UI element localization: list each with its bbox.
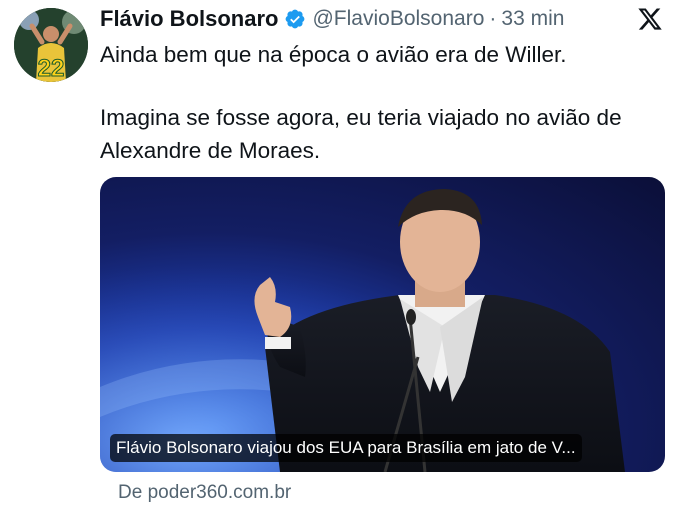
tweet-timestamp[interactable]: 33 min — [501, 7, 564, 31]
author-name[interactable]: Flávio Bolsonaro — [100, 6, 278, 32]
tweet-text: Ainda bem que na época o avião era de Wi… — [100, 38, 670, 167]
tweet-text-line-2: Imagina se fosse agora, eu teria viajado… — [100, 105, 622, 163]
x-logo-icon[interactable] — [636, 6, 664, 32]
author-avatar[interactable]: 22 — [14, 8, 88, 82]
header-separator: · — [489, 7, 497, 30]
card-source-link[interactable]: De poder360.com.br — [118, 482, 291, 504]
verified-badge-icon — [284, 8, 306, 30]
link-card[interactable]: Flávio Bolsonaro viajou dos EUA para Bra… — [100, 177, 665, 472]
avatar-image: 22 — [14, 8, 88, 82]
avatar-badge-number: 22 — [38, 55, 65, 82]
tweet-header: Flávio Bolsonaro @FlavioBolsonaro · 33 m… — [100, 4, 564, 34]
card-caption: Flávio Bolsonaro viajou dos EUA para Bra… — [110, 434, 582, 462]
card-image — [100, 177, 665, 472]
tweet-text-line-1: Ainda bem que na época o avião era de Wi… — [100, 42, 567, 67]
author-handle[interactable]: @FlavioBolsonaro — [312, 7, 484, 31]
